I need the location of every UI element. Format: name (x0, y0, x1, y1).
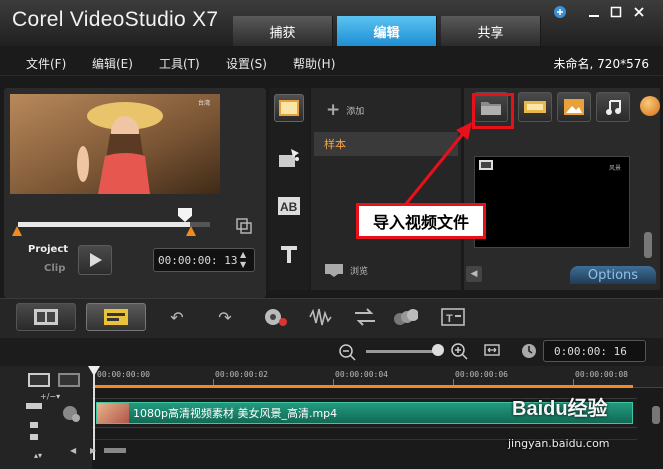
timeline-horizontal-scrollbar[interactable] (104, 448, 126, 453)
text-t-icon (281, 246, 297, 263)
tab-capture[interactable]: 捕获 (233, 16, 333, 46)
ruler-label: 00:00:00:08 (575, 370, 628, 379)
media-icon (279, 100, 299, 116)
svg-text:AB: AB (280, 200, 298, 214)
menu-settings[interactable]: 设置(S) (226, 55, 267, 72)
track-header-panel: +/−▾ ▴▾ (0, 366, 92, 469)
fit-to-window-icon[interactable] (484, 342, 500, 358)
menu-tools[interactable]: 工具(T) (159, 55, 200, 72)
zoom-out-icon[interactable] (338, 343, 356, 361)
preview-watermark: 台湾 (197, 100, 210, 107)
baidu-watermark-logo: Baidu经验 (512, 398, 608, 420)
zoom-slider-track[interactable] (366, 350, 438, 353)
media-library-button[interactable] (274, 94, 304, 122)
menu-help[interactable]: 帮助(H) (293, 55, 335, 72)
browse-button[interactable]: 浏览 (324, 263, 368, 277)
zoom-in-icon[interactable] (450, 342, 468, 360)
music-note-icon (606, 100, 621, 115)
ruler-label: 00:00:00:00 (97, 370, 150, 379)
storyboard-view-button[interactable] (16, 303, 76, 331)
scrub-bar[interactable] (18, 222, 210, 227)
project-mode-button[interactable]: Project (28, 244, 68, 255)
subtitle-editor-icon[interactable]: T (440, 306, 466, 328)
collapse-left-icon[interactable]: ◀ (466, 266, 482, 282)
zoom-slider-handle[interactable] (432, 344, 444, 356)
library-scrollbar[interactable] (644, 232, 652, 258)
menu-file[interactable]: 文件(F) (26, 55, 66, 72)
clock-icon (520, 342, 538, 360)
show-videos-button[interactable] (518, 92, 552, 122)
track-controls-icon: +/−▾ ▴▾ (26, 373, 80, 460)
ruler-label: 00:00:00:04 (335, 370, 388, 379)
options-button[interactable]: Options (570, 266, 656, 284)
baidu-watermark-url: jingyan.baidu.com (508, 437, 610, 450)
svg-text:T: T (446, 313, 453, 325)
project-duration[interactable]: 0:00:00: 16 (543, 340, 646, 362)
ruler-label: 00:00:00:06 (455, 370, 508, 379)
svg-text:▴▾: ▴▾ (34, 451, 42, 460)
project-range-bar (95, 385, 633, 388)
text-button[interactable] (274, 240, 304, 268)
clip-name: 1080p高清视频素材 美女风景_高清.mp4 (133, 407, 338, 420)
redo-icon[interactable]: ↷ (212, 306, 238, 328)
timeline-vertical-scrollbar[interactable] (652, 406, 660, 424)
tab-edit[interactable]: 编辑 (337, 16, 437, 46)
browse-icon (325, 264, 343, 277)
titles-button[interactable]: AB (274, 192, 304, 220)
show-audio-button[interactable] (596, 92, 630, 122)
timeline-view-icon (104, 309, 128, 325)
undo-icon[interactable]: ↶ (164, 306, 190, 328)
ruler-label: 00:00:00:02 (215, 370, 268, 379)
add-folder-label: 添加 (346, 106, 365, 117)
annotation-arrow (404, 122, 472, 205)
transition-icon (279, 149, 299, 167)
transitions-button[interactable] (274, 144, 304, 172)
fx-filter-icon[interactable] (640, 96, 660, 116)
annotation-callout: 导入视频文件 (356, 203, 486, 239)
thumbnail-caption: 风景 (608, 165, 621, 172)
menu-edit[interactable]: 编辑(E) (92, 55, 133, 72)
title-ab-icon: AB (278, 197, 300, 215)
show-photos-button[interactable] (557, 92, 591, 122)
preview-window: 台湾 (10, 94, 220, 194)
library-thumbnail[interactable]: 风景 (474, 156, 630, 248)
video-filter-icon (524, 101, 546, 113)
clip-thumbnail (97, 403, 129, 423)
scrub-bar-remaining (190, 222, 210, 227)
help-icon[interactable] (551, 4, 569, 20)
clip-mode-button[interactable]: Clip (44, 263, 65, 274)
minimize-icon[interactable] (585, 4, 603, 20)
audio-mixer-icon[interactable] (308, 306, 334, 328)
scroll-right-icon[interactable]: ▶ (90, 446, 96, 455)
tab-share[interactable]: 共享 (441, 16, 541, 46)
photo-filter-icon (564, 99, 584, 115)
video-badge-icon (479, 160, 493, 170)
app-title: Corel VideoStudio X7 (12, 8, 219, 31)
close-icon[interactable] (630, 4, 648, 20)
play-button[interactable] (78, 245, 112, 275)
timecode-spinner-icon[interactable]: ▲ ▼ (240, 250, 246, 270)
scroll-left-icon[interactable]: ◀ (70, 446, 76, 455)
filmstrip-icon (34, 309, 58, 325)
svg-text:+/−▾: +/−▾ (40, 392, 60, 401)
add-folder-button[interactable]: + 添加 (326, 100, 364, 120)
record-capture-icon[interactable] (262, 306, 288, 328)
timeline-view-button[interactable] (86, 303, 146, 331)
auto-music-icon[interactable] (352, 306, 378, 328)
browse-label: 浏览 (350, 266, 369, 277)
project-info: 未命名, 720*576 (553, 57, 649, 71)
enlarge-preview-icon[interactable] (236, 218, 252, 234)
motion-tracking-icon[interactable] (392, 306, 418, 328)
plus-icon: + (326, 100, 341, 120)
maximize-icon[interactable] (607, 4, 625, 20)
play-icon (90, 253, 102, 267)
